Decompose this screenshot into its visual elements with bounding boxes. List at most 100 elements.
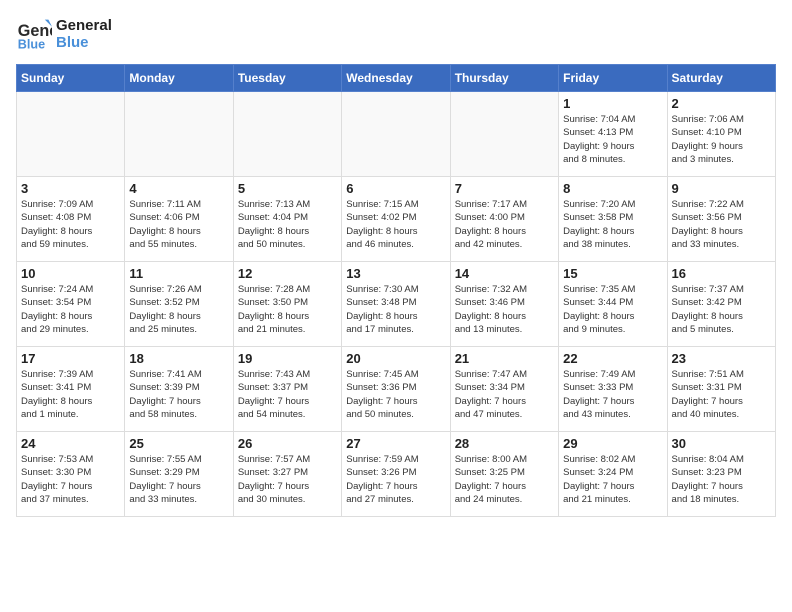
- day-number: 15: [563, 266, 662, 281]
- day-info: Sunrise: 8:00 AMSunset: 3:25 PMDaylight:…: [455, 453, 554, 506]
- day-cell: 27 Sunrise: 7:59 AMSunset: 3:26 PMDayligh…: [342, 432, 450, 517]
- day-cell: 20Sunrise: 7:45 AMSunset: 3:36 PMDayligh…: [342, 347, 450, 432]
- day-number: 21: [455, 351, 554, 366]
- day-info: Sunrise: 7:39 AMSunset: 3:41 PMDaylight:…: [21, 368, 120, 421]
- day-number: 17: [21, 351, 120, 366]
- day-cell: 5 Sunrise: 7:13 AMSunset: 4:04 PMDaylight…: [233, 177, 341, 262]
- day-info: Sunrise: 7:59 AMSunset: 3:26 PMDaylight:…: [346, 453, 445, 506]
- day-info: Sunrise: 7:11 AMSunset: 4:06 PMDaylight:…: [129, 198, 228, 251]
- weekday-header-thursday: Thursday: [450, 65, 558, 92]
- day-cell: [450, 92, 558, 177]
- day-info: Sunrise: 7:20 AMSunset: 3:58 PMDaylight:…: [563, 198, 662, 251]
- day-number: 12: [238, 266, 337, 281]
- day-number: 2: [672, 96, 771, 111]
- day-number: 24: [21, 436, 120, 451]
- day-number: 30: [672, 436, 771, 451]
- week-row-5: 24 Sunrise: 7:53 AMSunset: 3:30 PMDayligh…: [17, 432, 776, 517]
- day-number: 5: [238, 181, 337, 196]
- day-cell: 21 Sunrise: 7:47 AMSunset: 3:34 PMDayligh…: [450, 347, 558, 432]
- day-cell: 4 Sunrise: 7:11 AMSunset: 4:06 PMDaylight…: [125, 177, 233, 262]
- day-info: Sunrise: 7:24 AMSunset: 3:54 PMDaylight:…: [21, 283, 120, 336]
- day-number: 22: [563, 351, 662, 366]
- weekday-header-tuesday: Tuesday: [233, 65, 341, 92]
- week-row-3: 10 Sunrise: 7:24 AMSunset: 3:54 PMDayligh…: [17, 262, 776, 347]
- logo: General Blue General Blue: [16, 16, 112, 52]
- day-number: 18: [129, 351, 228, 366]
- day-cell: 10 Sunrise: 7:24 AMSunset: 3:54 PMDayligh…: [17, 262, 125, 347]
- day-info: Sunrise: 7:15 AMSunset: 4:02 PMDaylight:…: [346, 198, 445, 251]
- week-row-1: 1 Sunrise: 7:04 AMSunset: 4:13 PMDaylight…: [17, 92, 776, 177]
- day-number: 28: [455, 436, 554, 451]
- day-info: Sunrise: 7:04 AMSunset: 4:13 PMDaylight:…: [563, 113, 662, 166]
- header: General Blue General Blue: [16, 16, 776, 52]
- day-cell: [233, 92, 341, 177]
- day-number: 4: [129, 181, 228, 196]
- day-cell: 12Sunrise: 7:28 AMSunset: 3:50 PMDayligh…: [233, 262, 341, 347]
- day-number: 25: [129, 436, 228, 451]
- day-cell: [342, 92, 450, 177]
- day-cell: 2 Sunrise: 7:06 AMSunset: 4:10 PMDaylight…: [667, 92, 775, 177]
- weekday-header-saturday: Saturday: [667, 65, 775, 92]
- day-info: Sunrise: 7:37 AMSunset: 3:42 PMDaylight:…: [672, 283, 771, 336]
- day-number: 7: [455, 181, 554, 196]
- day-info: Sunrise: 7:06 AMSunset: 4:10 PMDaylight:…: [672, 113, 771, 166]
- day-info: Sunrise: 7:53 AMSunset: 3:30 PMDaylight:…: [21, 453, 120, 506]
- svg-text:Blue: Blue: [18, 37, 45, 51]
- day-cell: 23 Sunrise: 7:51 AMSunset: 3:31 PMDayligh…: [667, 347, 775, 432]
- day-info: Sunrise: 7:47 AMSunset: 3:34 PMDaylight:…: [455, 368, 554, 421]
- day-cell: 24 Sunrise: 7:53 AMSunset: 3:30 PMDayligh…: [17, 432, 125, 517]
- day-info: Sunrise: 7:17 AMSunset: 4:00 PMDaylight:…: [455, 198, 554, 251]
- day-cell: 9 Sunrise: 7:22 AMSunset: 3:56 PMDaylight…: [667, 177, 775, 262]
- day-info: Sunrise: 7:41 AMSunset: 3:39 PMDaylight:…: [129, 368, 228, 421]
- day-number: 1: [563, 96, 662, 111]
- day-info: Sunrise: 7:45 AMSunset: 3:36 PMDaylight:…: [346, 368, 445, 421]
- day-number: 11: [129, 266, 228, 281]
- day-number: 16: [672, 266, 771, 281]
- day-info: Sunrise: 7:30 AMSunset: 3:48 PMDaylight:…: [346, 283, 445, 336]
- weekday-header-row: SundayMondayTuesdayWednesdayThursdayFrid…: [17, 65, 776, 92]
- day-cell: 3 Sunrise: 7:09 AMSunset: 4:08 PMDaylight…: [17, 177, 125, 262]
- day-number: 19: [238, 351, 337, 366]
- weekday-header-monday: Monday: [125, 65, 233, 92]
- day-info: Sunrise: 7:57 AMSunset: 3:27 PMDaylight:…: [238, 453, 337, 506]
- day-cell: [125, 92, 233, 177]
- day-number: 9: [672, 181, 771, 196]
- day-cell: 14Sunrise: 7:32 AMSunset: 3:46 PMDayligh…: [450, 262, 558, 347]
- day-info: Sunrise: 7:09 AMSunset: 4:08 PMDaylight:…: [21, 198, 120, 251]
- day-cell: 28 Sunrise: 8:00 AMSunset: 3:25 PMDayligh…: [450, 432, 558, 517]
- logo-icon: General Blue: [16, 16, 52, 52]
- day-number: 8: [563, 181, 662, 196]
- day-cell: 6Sunrise: 7:15 AMSunset: 4:02 PMDaylight…: [342, 177, 450, 262]
- day-info: Sunrise: 7:13 AMSunset: 4:04 PMDaylight:…: [238, 198, 337, 251]
- day-number: 14: [455, 266, 554, 281]
- day-cell: 7 Sunrise: 7:17 AMSunset: 4:00 PMDaylight…: [450, 177, 558, 262]
- day-cell: 29 Sunrise: 8:02 AMSunset: 3:24 PMDayligh…: [559, 432, 667, 517]
- logo-general: General: [56, 17, 112, 34]
- day-number: 13: [346, 266, 445, 281]
- day-cell: 16 Sunrise: 7:37 AMSunset: 3:42 PMDayligh…: [667, 262, 775, 347]
- day-number: 10: [21, 266, 120, 281]
- day-info: Sunrise: 7:26 AMSunset: 3:52 PMDaylight:…: [129, 283, 228, 336]
- day-cell: 19 Sunrise: 7:43 AMSunset: 3:37 PMDayligh…: [233, 347, 341, 432]
- day-info: Sunrise: 7:43 AMSunset: 3:37 PMDaylight:…: [238, 368, 337, 421]
- day-number: 26: [238, 436, 337, 451]
- day-info: Sunrise: 7:22 AMSunset: 3:56 PMDaylight:…: [672, 198, 771, 251]
- week-row-4: 17 Sunrise: 7:39 AMSunset: 3:41 PMDayligh…: [17, 347, 776, 432]
- day-cell: 30 Sunrise: 8:04 AMSunset: 3:23 PMDayligh…: [667, 432, 775, 517]
- logo-blue: Blue: [56, 34, 112, 51]
- day-number: 27: [346, 436, 445, 451]
- day-info: Sunrise: 7:55 AMSunset: 3:29 PMDaylight:…: [129, 453, 228, 506]
- day-cell: 11 Sunrise: 7:26 AMSunset: 3:52 PMDayligh…: [125, 262, 233, 347]
- day-number: 23: [672, 351, 771, 366]
- day-number: 3: [21, 181, 120, 196]
- day-cell: 18 Sunrise: 7:41 AMSunset: 3:39 PMDayligh…: [125, 347, 233, 432]
- weekday-header-sunday: Sunday: [17, 65, 125, 92]
- day-info: Sunrise: 7:49 AMSunset: 3:33 PMDaylight:…: [563, 368, 662, 421]
- day-info: Sunrise: 8:04 AMSunset: 3:23 PMDaylight:…: [672, 453, 771, 506]
- day-info: Sunrise: 7:51 AMSunset: 3:31 PMDaylight:…: [672, 368, 771, 421]
- day-info: Sunrise: 8:02 AMSunset: 3:24 PMDaylight:…: [563, 453, 662, 506]
- day-cell: [17, 92, 125, 177]
- day-number: 29: [563, 436, 662, 451]
- day-cell: 8 Sunrise: 7:20 AMSunset: 3:58 PMDaylight…: [559, 177, 667, 262]
- weekday-header-friday: Friday: [559, 65, 667, 92]
